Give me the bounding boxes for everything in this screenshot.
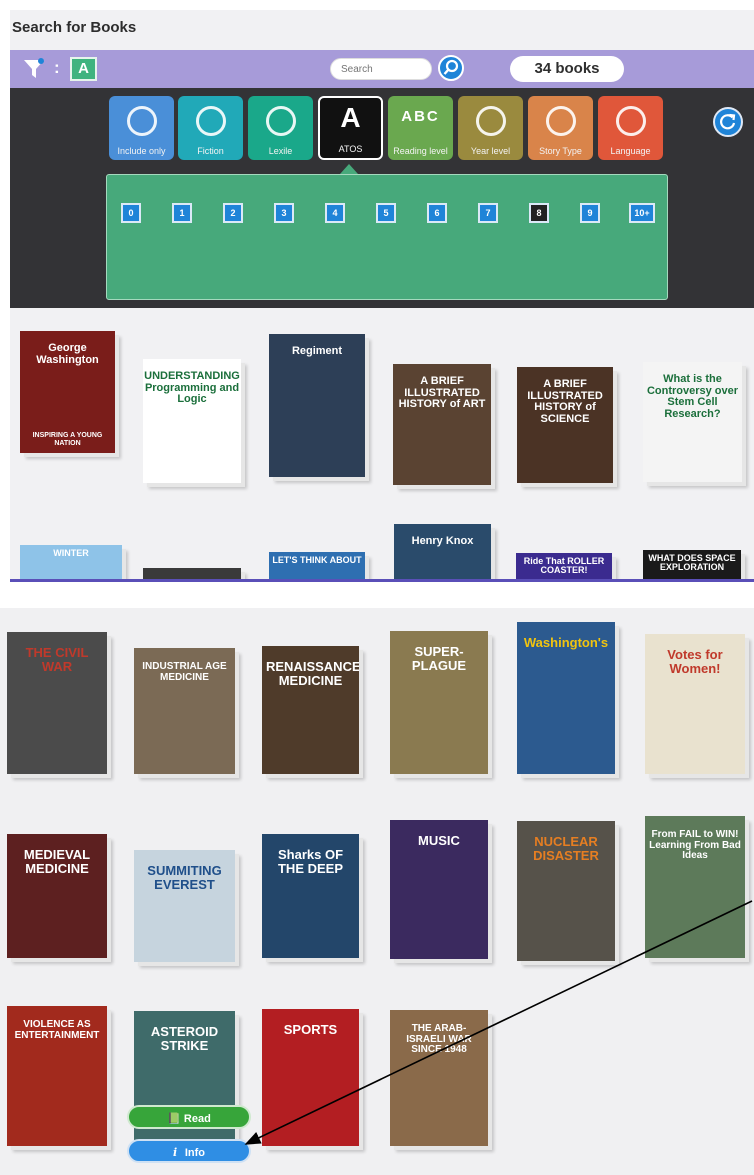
book-cover[interactable] bbox=[143, 568, 241, 579]
filter-category-label: Story Type bbox=[539, 146, 582, 156]
filter-category-include-only[interactable]: Include only bbox=[109, 96, 174, 160]
filter-category-label: Reading level bbox=[393, 146, 448, 156]
active-filter-chip[interactable]: A bbox=[70, 57, 97, 81]
filter-panel: Include only Fiction Lexile A ATOS ABC Reading… bbox=[10, 88, 754, 308]
filter-category-label: Year level bbox=[470, 146, 511, 156]
level-selector: 0 1 2 3 4 5 6 7 8 9 10+ bbox=[106, 174, 668, 300]
lexile-icon bbox=[248, 102, 313, 136]
filter-category-label: Include only bbox=[117, 146, 166, 156]
speech-face-icon bbox=[598, 102, 663, 136]
filter-category-label: Language bbox=[610, 146, 651, 156]
pages-icon bbox=[528, 102, 593, 136]
unicorn-icon bbox=[178, 102, 243, 136]
level-button-3[interactable]: 3 bbox=[274, 203, 294, 223]
selected-category-pointer bbox=[340, 164, 358, 174]
search-screen: Search for Books : A 34 books Include on… bbox=[10, 10, 754, 582]
level-button-9[interactable]: 9 bbox=[580, 203, 600, 223]
filter-category-label: ATOS bbox=[338, 144, 363, 154]
a-letter-icon: A bbox=[340, 102, 361, 133]
book-cover[interactable]: A BRIEF ILLUSTRATED HISTORY of SCIENCE bbox=[517, 367, 613, 483]
level-button-6[interactable]: 6 bbox=[427, 203, 447, 223]
filter-category-fiction[interactable]: Fiction bbox=[178, 96, 243, 160]
level-button-7[interactable]: 7 bbox=[478, 203, 498, 223]
level-button-8[interactable]: 8 bbox=[529, 203, 549, 223]
search-button[interactable] bbox=[438, 55, 464, 81]
book-cover[interactable]: WINTER bbox=[20, 545, 122, 579]
book-cover[interactable]: WHAT DOES SPACE EXPLORATION bbox=[643, 550, 741, 579]
book-title: UNDERSTANDING Programming and Logic bbox=[144, 370, 240, 406]
page-title: Search for Books bbox=[12, 19, 137, 36]
book-title: Henry Knox bbox=[411, 535, 474, 547]
book-subtitle: INSPIRING A YOUNG NATION bbox=[32, 432, 103, 447]
book-title: WINTER bbox=[53, 548, 89, 558]
filter-category-story-type[interactable]: Story Type bbox=[528, 96, 593, 160]
book-cover[interactable]: George Washington INSPIRING A YOUNG NATIO… bbox=[20, 331, 115, 453]
filter-category-atos[interactable]: A ATOS bbox=[318, 96, 383, 160]
book-title: Regiment bbox=[291, 345, 343, 357]
level-button-0[interactable]: 0 bbox=[121, 203, 141, 223]
magnifier-icon bbox=[109, 102, 174, 136]
filter-category-language[interactable]: Language bbox=[598, 96, 663, 160]
level-button-4[interactable]: 4 bbox=[325, 203, 345, 223]
reset-filters-button[interactable] bbox=[713, 107, 743, 137]
book-cover[interactable]: A BRIEF ILLUSTRATED HISTORY of ART bbox=[393, 364, 491, 485]
filter-separator: : bbox=[54, 58, 60, 77]
search-icon bbox=[443, 59, 459, 75]
search-input[interactable] bbox=[330, 58, 432, 80]
level-button-5[interactable]: 5 bbox=[376, 203, 396, 223]
abc-blocks-icon: ABC bbox=[401, 108, 440, 125]
book-cover[interactable]: UNDERSTANDING Programming and Logic bbox=[143, 359, 241, 483]
book-cover[interactable]: What is the Controversy over Stem Cell R… bbox=[643, 362, 742, 482]
book-title: WHAT DOES SPACE EXPLORATION bbox=[648, 553, 736, 573]
book-count: 34 books bbox=[510, 56, 624, 82]
level-button-1[interactable]: 1 bbox=[172, 203, 192, 223]
book-title: LET'S THINK ABOUT bbox=[272, 555, 362, 565]
book-cover[interactable]: Henry Knox bbox=[394, 524, 491, 579]
filter-category-year-level[interactable]: Year level bbox=[458, 96, 523, 160]
toolbar: : A 34 books bbox=[10, 50, 754, 88]
book-title: A BRIEF ILLUSTRATED HISTORY of SCIENCE bbox=[527, 378, 603, 425]
book-title: A BRIEF ILLUSTRATED HISTORY of ART bbox=[398, 375, 486, 411]
children-icon bbox=[458, 102, 523, 136]
book-cover[interactable]: LET'S THINK ABOUT bbox=[269, 552, 365, 579]
book-title: George Washington bbox=[36, 342, 99, 366]
refresh-icon bbox=[720, 113, 736, 130]
level-button-10plus[interactable]: 10+ bbox=[629, 203, 655, 223]
book-title: Ride That ROLLER COASTER! bbox=[523, 556, 605, 576]
filter-category-reading-level[interactable]: ABC Reading level bbox=[388, 96, 453, 160]
filter-icon[interactable] bbox=[22, 56, 46, 82]
filter-category-label: Fiction bbox=[197, 146, 224, 156]
filter-category-label: Lexile bbox=[268, 146, 293, 156]
book-results-view: THE CIVIL WAR INDUSTRIAL AGE MEDICINE RENA… bbox=[0, 608, 754, 1175]
filter-category-lexile[interactable]: Lexile bbox=[248, 96, 313, 160]
annotation-arrow bbox=[244, 900, 753, 1145]
book-cover[interactable]: Regiment bbox=[269, 334, 365, 477]
book-title: What is the Controversy over Stem Cell R… bbox=[646, 373, 739, 420]
level-button-2[interactable]: 2 bbox=[223, 203, 243, 223]
book-cover[interactable]: Ride That ROLLER COASTER! bbox=[516, 553, 612, 579]
